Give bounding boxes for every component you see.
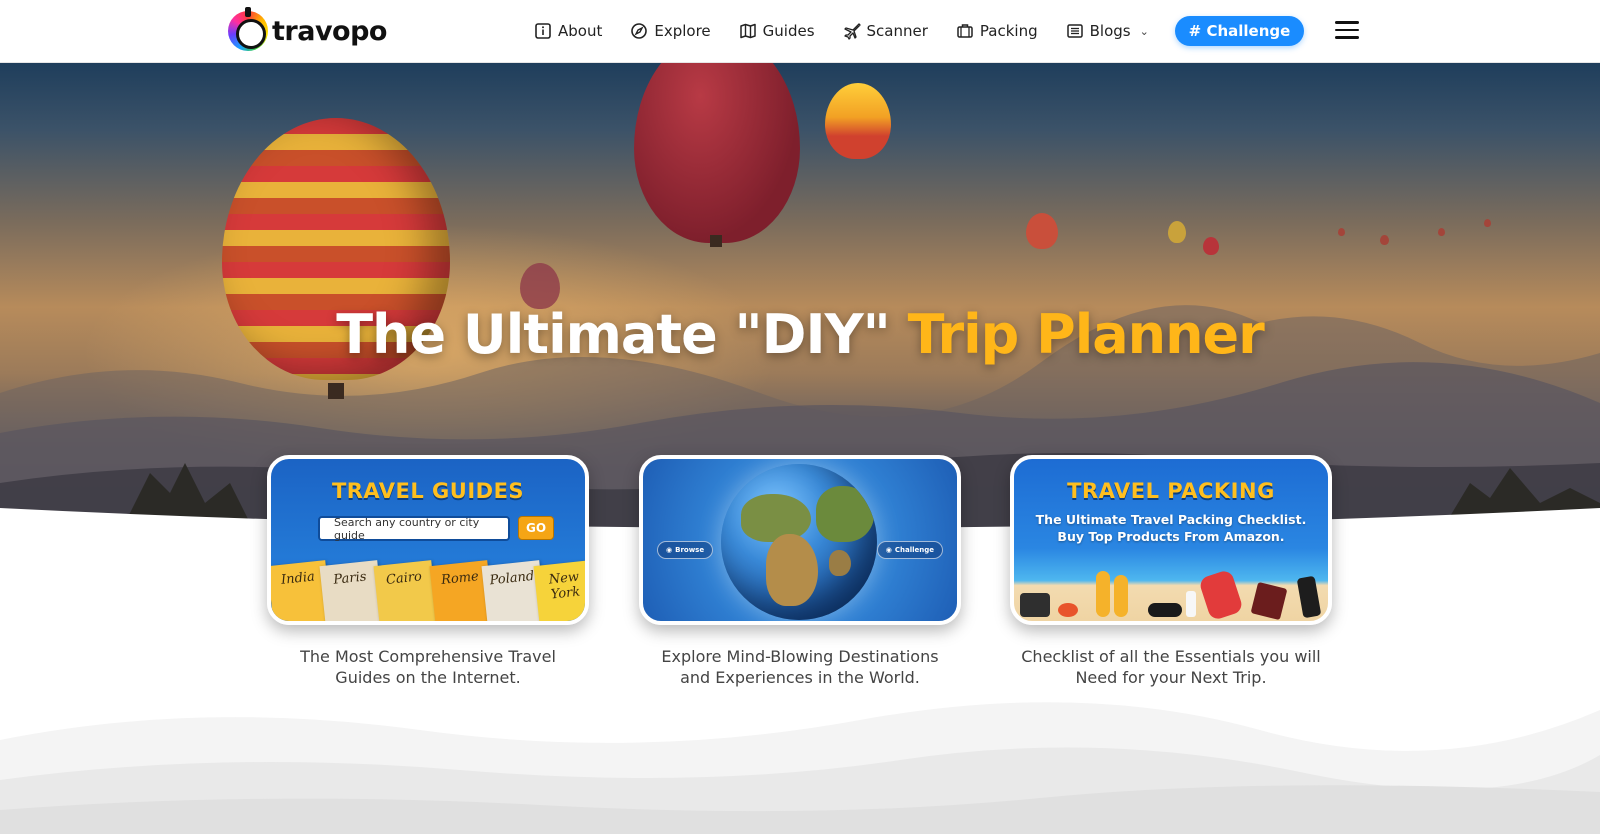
hot-air-balloon-yellow xyxy=(825,83,891,159)
challenge-button[interactable]: # Challenge xyxy=(1175,16,1304,46)
book-new-york: New York xyxy=(533,560,585,621)
nav-explore[interactable]: Explore xyxy=(630,17,711,45)
globe-icon xyxy=(721,464,877,620)
caption-line: Checklist of all the Essentials you will xyxy=(1021,647,1321,666)
chevron-down-icon: ⌄ xyxy=(1139,24,1149,38)
nav-guides-label: Guides xyxy=(762,22,815,40)
hot-air-balloon-small xyxy=(1484,219,1491,227)
compass-icon xyxy=(631,23,648,39)
site-header: travopo About Explore Guides Scanner Pac… xyxy=(0,0,1600,63)
challenge-pill-icon: ◉ xyxy=(885,546,892,554)
challenge-pill[interactable]: ◉ Challenge xyxy=(876,541,943,559)
nav-scanner-label: Scanner xyxy=(866,22,928,40)
caption-line: Guides on the Internet. xyxy=(335,668,521,687)
browse-pill[interactable]: ◉ Browse xyxy=(657,541,714,559)
continent xyxy=(766,534,818,606)
nav-guides[interactable]: Guides xyxy=(739,17,815,45)
go-button[interactable]: GO xyxy=(518,516,554,540)
guide-search-input[interactable]: Search any country or city guide xyxy=(318,516,510,542)
hot-air-balloon-red xyxy=(634,63,800,243)
explore-caption: Explore Mind-Blowing Destinations and Ex… xyxy=(639,646,961,688)
hot-air-balloon-small xyxy=(1168,221,1186,243)
travel-guides-caption: The Most Comprehensive Travel Guides on … xyxy=(267,646,589,688)
flip-flops-icon xyxy=(1096,571,1110,617)
nav-about[interactable]: About xyxy=(534,17,602,45)
hero-title: The Ultimate "DIY" Trip Planner xyxy=(0,303,1600,366)
camera-icon xyxy=(1020,593,1050,617)
info-icon xyxy=(535,23,551,39)
flip-flops-icon xyxy=(1114,575,1128,617)
nav-blogs-label: Blogs xyxy=(1089,22,1131,40)
sneaker-icon xyxy=(1198,568,1244,621)
crab-icon xyxy=(1058,603,1078,617)
continent xyxy=(829,550,851,576)
plane-icon xyxy=(843,23,861,40)
sunglasses-icon xyxy=(1148,603,1182,617)
hot-air-balloon-small xyxy=(1338,228,1345,236)
map-icon xyxy=(739,23,756,39)
article-icon xyxy=(1066,24,1083,38)
phone-icon xyxy=(1296,575,1322,619)
luggage-icon xyxy=(957,24,973,38)
packing-subtitle: The Ultimate Travel Packing Checklist. B… xyxy=(1014,511,1328,545)
continent xyxy=(741,494,811,542)
sunscreen-icon xyxy=(1186,591,1196,617)
travel-packing-card[interactable]: TRAVEL PACKING The Ultimate Travel Packi… xyxy=(1010,455,1332,625)
nav-packing[interactable]: Packing xyxy=(956,17,1038,45)
decorative-waves xyxy=(0,702,1600,834)
nav-blogs[interactable]: Blogs ⌄ xyxy=(1066,17,1149,45)
travel-guides-card[interactable]: TRAVEL GUIDES Search any country or city… xyxy=(267,455,589,625)
logo-globe-icon xyxy=(228,7,268,51)
hot-air-balloon-small xyxy=(1026,213,1058,249)
guide-books: India Paris Cairo Rome Poland New York xyxy=(271,551,585,621)
nav-scanner[interactable]: Scanner xyxy=(843,17,928,45)
nav-packing-label: Packing xyxy=(979,22,1038,40)
caption-line: The Most Comprehensive Travel xyxy=(300,647,556,666)
hero-title-main: The Ultimate "DIY" xyxy=(336,303,908,366)
travopo-logo[interactable]: travopo xyxy=(228,7,387,52)
caption-line: Explore Mind-Blowing Destinations xyxy=(661,647,939,666)
hamburger-icon[interactable] xyxy=(1335,21,1359,39)
browse-pill-label: Browse xyxy=(675,546,705,554)
book-cairo: Cairo xyxy=(373,560,439,621)
location-pin-icon: ◉ xyxy=(666,546,673,554)
hot-air-balloon-small xyxy=(1380,235,1389,245)
challenge-pill-label: Challenge xyxy=(894,546,934,554)
balloon-basket xyxy=(328,383,344,399)
packing-items xyxy=(1014,559,1328,621)
hero-title-accent: Trip Planner xyxy=(907,303,1265,366)
packing-subtitle-line: Buy Top Products From Amazon. xyxy=(1057,529,1285,544)
main-nav: About Explore Guides Scanner Packing Blo… xyxy=(534,17,1149,45)
card-title: TRAVEL GUIDES xyxy=(331,479,525,503)
card-title: TRAVEL PACKING xyxy=(1067,479,1275,503)
caption-line: Need for your Next Trip. xyxy=(1075,668,1267,687)
nav-about-label: About xyxy=(558,22,603,40)
logo-text: travopo xyxy=(272,15,387,47)
wallet-icon xyxy=(1250,581,1288,621)
hot-air-balloon-small xyxy=(1203,237,1219,255)
packing-subtitle-line: The Ultimate Travel Packing Checklist. xyxy=(1035,512,1307,527)
travel-packing-caption: Checklist of all the Essentials you will… xyxy=(1010,646,1332,688)
caption-line: and Experiences in the World. xyxy=(680,668,920,687)
explore-card[interactable]: ◉ Browse ◉ Challenge xyxy=(639,455,961,625)
nav-explore-label: Explore xyxy=(654,22,711,40)
balloon-basket xyxy=(710,235,722,247)
hot-air-balloon-small xyxy=(1438,228,1445,236)
continent xyxy=(816,486,874,542)
